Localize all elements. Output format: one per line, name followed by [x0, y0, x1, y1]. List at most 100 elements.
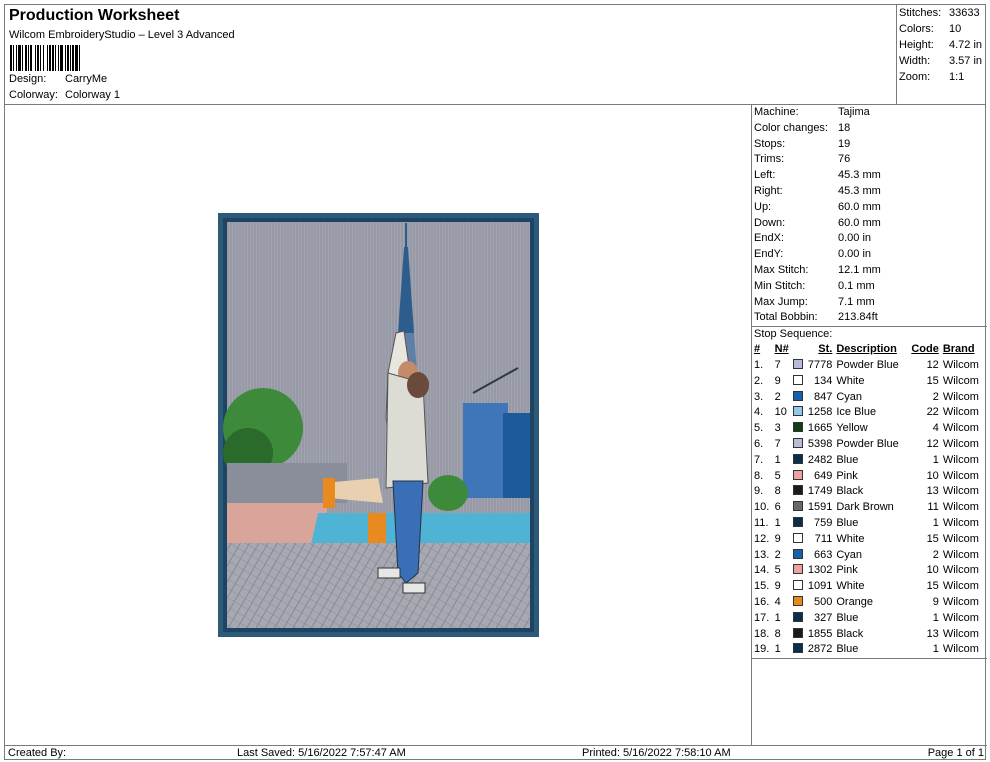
- needle-number: 9: [774, 580, 781, 593]
- orange-shoe: [368, 513, 386, 543]
- thread-brand: Wilcom: [942, 627, 979, 640]
- thread-color-swatch: [793, 406, 804, 417]
- color-swatch: [793, 500, 805, 516]
- machine-info-value: 7.1 mm: [838, 295, 875, 308]
- color-swatch: [793, 563, 805, 579]
- machine-info-row: EndX: 0.00 in: [752, 231, 987, 247]
- thread-color-swatch: [793, 374, 804, 385]
- machine-info-label: Right:: [754, 184, 783, 197]
- table-row: 19. 1 2872 Blue 1 Wilcom: [752, 642, 984, 658]
- stat-label: Stitches:: [899, 7, 942, 19]
- thread-color-swatch: [793, 516, 804, 527]
- stop-number: 17.: [754, 611, 770, 624]
- column-header: St.: [818, 343, 833, 356]
- machine-info-value: 18: [838, 121, 851, 134]
- stitch-count: 1302: [807, 564, 833, 577]
- stat-row: Zoom: 1:1: [899, 70, 986, 86]
- thread-code: 1: [932, 611, 939, 624]
- stop-number: 19.: [754, 643, 770, 656]
- stat-label: Colors:: [899, 23, 934, 35]
- white-shoe: [377, 567, 401, 579]
- table-row: 6. 7 5398 Powder Blue 12 Wilcom: [752, 437, 984, 453]
- worksheet-footer: Created By: Last Saved: 5/16/2022 7:57:4…: [5, 745, 987, 760]
- table-row: 3. 2 847 Cyan 2 Wilcom: [752, 390, 984, 406]
- stop-sequence-title: Stop Sequence:: [752, 326, 987, 342]
- stat-value: 10: [949, 23, 962, 35]
- thread-color-swatch: [793, 580, 804, 591]
- thread-brand: Wilcom: [942, 390, 979, 403]
- stop-number: 11.: [754, 516, 769, 529]
- stop-number: 8.: [754, 469, 764, 482]
- machine-info-label: Max Stitch:: [754, 263, 809, 276]
- thread-code: 9: [932, 595, 939, 608]
- stop-number: 9.: [754, 485, 764, 498]
- machine-info-value: 0.1 mm: [838, 279, 875, 292]
- needle-number: 1: [774, 643, 781, 656]
- color-description: White: [836, 532, 865, 545]
- thread-code: 22: [926, 406, 939, 419]
- color-swatch: [793, 358, 805, 374]
- machine-info-row: Min Stitch: 0.1 mm: [752, 279, 987, 295]
- thread-color-swatch: [793, 437, 804, 448]
- thread-brand: Wilcom: [942, 437, 979, 450]
- column-header: Brand: [942, 343, 975, 356]
- machine-info-row: Max Jump: 7.1 mm: [752, 295, 987, 311]
- machine-info-label: Max Jump:: [754, 295, 808, 308]
- machine-info-label: Machine:: [754, 106, 799, 118]
- thread-brand: Wilcom: [942, 532, 979, 545]
- stop-number: 2.: [754, 374, 764, 387]
- needle-number: 6: [774, 501, 781, 514]
- stat-label: Width:: [899, 55, 931, 67]
- thread-code: 10: [926, 469, 939, 482]
- needle-number: 8: [774, 627, 781, 640]
- stop-number: 1.: [754, 358, 764, 371]
- table-row: 1. 7 7778 Powder Blue 12 Wilcom: [752, 358, 984, 374]
- stitch-count: 1665: [807, 422, 833, 435]
- stat-row: Colors: 10: [899, 22, 986, 38]
- color-swatch: [793, 642, 805, 658]
- color-description: White: [836, 374, 865, 387]
- stat-value: 3.57 in: [949, 55, 983, 67]
- table-row: 8. 5 649 Pink 10 Wilcom: [752, 469, 984, 485]
- needle-number: 4: [774, 595, 781, 608]
- table-row: 14. 5 1302 Pink 10 Wilcom: [752, 563, 984, 579]
- stop-number: 18.: [754, 627, 770, 640]
- colorway-label: Colorway:: [9, 89, 58, 101]
- machine-info-row: Total Bobbin: 213.84ft: [752, 310, 987, 326]
- color-description: Black: [836, 485, 864, 498]
- column-header: Description: [836, 343, 897, 356]
- machine-info-value: 45.3 mm: [838, 184, 881, 197]
- table-row: 13. 2 663 Cyan 2 Wilcom: [752, 548, 984, 564]
- machine-info-label: EndY:: [754, 248, 784, 261]
- page-title: Production Worksheet: [9, 7, 180, 24]
- machine-info-value: 76: [838, 153, 851, 166]
- thread-brand: Wilcom: [942, 643, 979, 656]
- thread-code: 12: [926, 437, 939, 450]
- stop-number: 3.: [754, 390, 764, 403]
- page-number: Page 1 of 1: [927, 747, 984, 759]
- machine-info-row: Left: 45.3 mm: [752, 168, 987, 184]
- machine-info-row: Trims: 76: [752, 152, 987, 168]
- color-description: Yellow: [836, 422, 868, 435]
- machine-info-row: Machine: Tajima: [752, 105, 987, 121]
- machine-info-label: Total Bobbin:: [754, 311, 818, 324]
- stat-value: 4.72 in: [949, 39, 983, 51]
- thread-color-swatch: [793, 643, 804, 654]
- thread-brand: Wilcom: [942, 374, 979, 387]
- color-description: Cyan: [836, 548, 863, 561]
- stop-sequence-table: # N# St. Description Code Brand 1. 7 7778 P…: [752, 342, 984, 658]
- color-swatch: [793, 627, 805, 643]
- machine-info-label: Left:: [754, 169, 776, 182]
- pavement-shape: [227, 543, 530, 628]
- thread-color-swatch: [793, 595, 804, 606]
- table-header-row: # N# St. Description Code Brand: [752, 342, 984, 358]
- design-preview-area: [5, 105, 752, 745]
- thread-brand: Wilcom: [942, 406, 979, 419]
- software-subtitle: Wilcom EmbroideryStudio – Level 3 Advanc…: [9, 29, 235, 41]
- thread-code: 15: [926, 374, 939, 387]
- colorway-value: Colorway 1: [65, 89, 121, 101]
- color-description: Blue: [836, 453, 859, 466]
- needle-number: 9: [774, 374, 781, 387]
- thread-color-swatch: [793, 611, 804, 622]
- machine-info-label: Up:: [754, 200, 772, 213]
